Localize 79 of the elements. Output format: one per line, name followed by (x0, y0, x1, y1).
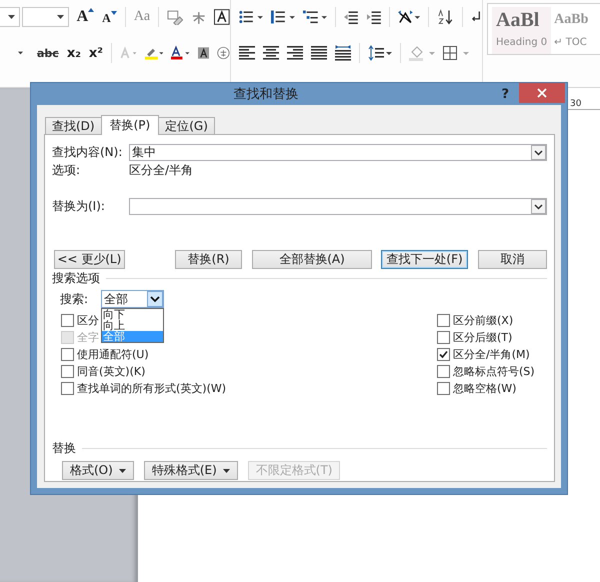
tab[interactable]: 替换(P) (100, 115, 160, 135)
shading-letter-icon[interactable] (198, 45, 210, 61)
chinese-layout-icon[interactable] (398, 9, 420, 25)
dialog-button[interactable]: 取消 (478, 250, 547, 269)
shrink-font-button[interactable]: A (102, 8, 117, 26)
align-left-icon[interactable] (239, 45, 255, 61)
checkbox-label: 区分 (77, 313, 99, 328)
checkbox[interactable] (437, 331, 450, 344)
caret-up-icon[interactable] (88, 8, 94, 12)
checkbox[interactable] (61, 382, 74, 395)
caret-down-icon[interactable] (110, 11, 117, 15)
bullet-list-icon[interactable] (239, 9, 263, 25)
align-right-icon[interactable] (287, 45, 303, 61)
dialog-button[interactable]: 格式(O) (62, 461, 134, 480)
font-name-combo[interactable] (0, 7, 20, 27)
checkbox[interactable] (61, 348, 74, 361)
search-direction-combo[interactable]: 全部 (101, 290, 164, 308)
checkbox-label: 使用通配符(U) (77, 347, 149, 362)
dialog-button[interactable]: << 更少(L) (54, 250, 125, 269)
strikethrough-button[interactable]: abc (36, 46, 59, 60)
style-preview[interactable]: AaBl Heading 0 (492, 7, 552, 54)
ruler-mark: 30 (568, 98, 600, 110)
section-heading: 搜索选项 (52, 270, 100, 287)
justify-icon[interactable] (311, 45, 327, 61)
checkbox[interactable] (437, 314, 450, 327)
align-center-icon[interactable] (263, 45, 279, 61)
checkbox[interactable] (437, 365, 450, 378)
numbered-list-icon[interactable] (270, 9, 295, 25)
dialog-button[interactable]: 特殊格式(E) (144, 461, 238, 480)
distributed-icon[interactable] (335, 45, 351, 61)
checkbox[interactable] (61, 365, 74, 378)
checkbox[interactable] (61, 314, 74, 327)
dialog-button[interactable]: 替换(R) (174, 250, 242, 269)
grow-font-button[interactable]: A (76, 8, 94, 26)
checkbox-label: 查找单词的所有形式(英文)(W) (77, 381, 226, 396)
superscript-button[interactable]: x² (88, 46, 103, 60)
tab[interactable]: 查找(D) (45, 117, 102, 134)
field-label: 搜索: (60, 290, 90, 308)
caret-icon[interactable] (18, 51, 23, 55)
find-field[interactable]: 集中 (129, 144, 547, 161)
line-spacing-icon[interactable] (368, 45, 392, 61)
dropdown-option[interactable]: 向下 (102, 309, 163, 320)
border-letter-icon[interactable] (214, 9, 230, 25)
checkbox[interactable] (437, 348, 450, 361)
checkbox[interactable] (437, 382, 450, 395)
dialog-button[interactable]: 查找下一处(F) (380, 250, 468, 269)
increase-indent-icon[interactable] (366, 9, 382, 25)
borders-icon[interactable] (443, 45, 469, 61)
replace-field[interactable] (129, 198, 547, 215)
decrease-indent-icon[interactable] (344, 9, 359, 25)
checkbox-label: 区分前缀(X) (453, 313, 514, 328)
options-value: 区分全/半角 (129, 162, 194, 179)
window-title: 查找和替换 (232, 86, 300, 103)
font-color-icon[interactable] (171, 44, 190, 62)
caret-icon[interactable] (222, 468, 230, 472)
field-label: 替换为(I): (52, 198, 106, 215)
help-button[interactable]: ? (501, 86, 509, 102)
checkbox-label: 同音(英文)(K) (77, 364, 146, 379)
sort-icon[interactable] (437, 9, 454, 25)
section-heading: 替换 (52, 440, 76, 457)
field-label: 查找内容(N): (52, 144, 124, 161)
caret-icon[interactable] (56, 15, 64, 19)
phonetic-icon[interactable] (190, 9, 206, 25)
options-label: 选项: (52, 162, 82, 179)
checkbox-label: 全字 (77, 330, 99, 345)
subscript-button[interactable]: x₂ (66, 46, 81, 60)
enclosed-char-icon[interactable] (217, 44, 230, 62)
multilevel-list-icon[interactable] (302, 9, 327, 25)
dialog-button[interactable]: 全部替换(A) (252, 250, 372, 269)
close-icon[interactable] (519, 83, 565, 103)
checkbox-label: 区分全/半角(M) (453, 347, 530, 362)
dropdown-option[interactable]: 向上 (102, 320, 163, 331)
tab[interactable]: 定位(G) (158, 117, 215, 134)
caret-icon[interactable] (118, 468, 126, 472)
checkbox-label: 忽略标点符号(S) (453, 364, 535, 379)
checkbox-label: 区分后缀(T) (453, 330, 512, 345)
eraser-icon[interactable] (167, 9, 183, 25)
checkbox-label: 忽略空格(W) (453, 381, 516, 396)
caret-icon[interactable] (8, 15, 15, 19)
